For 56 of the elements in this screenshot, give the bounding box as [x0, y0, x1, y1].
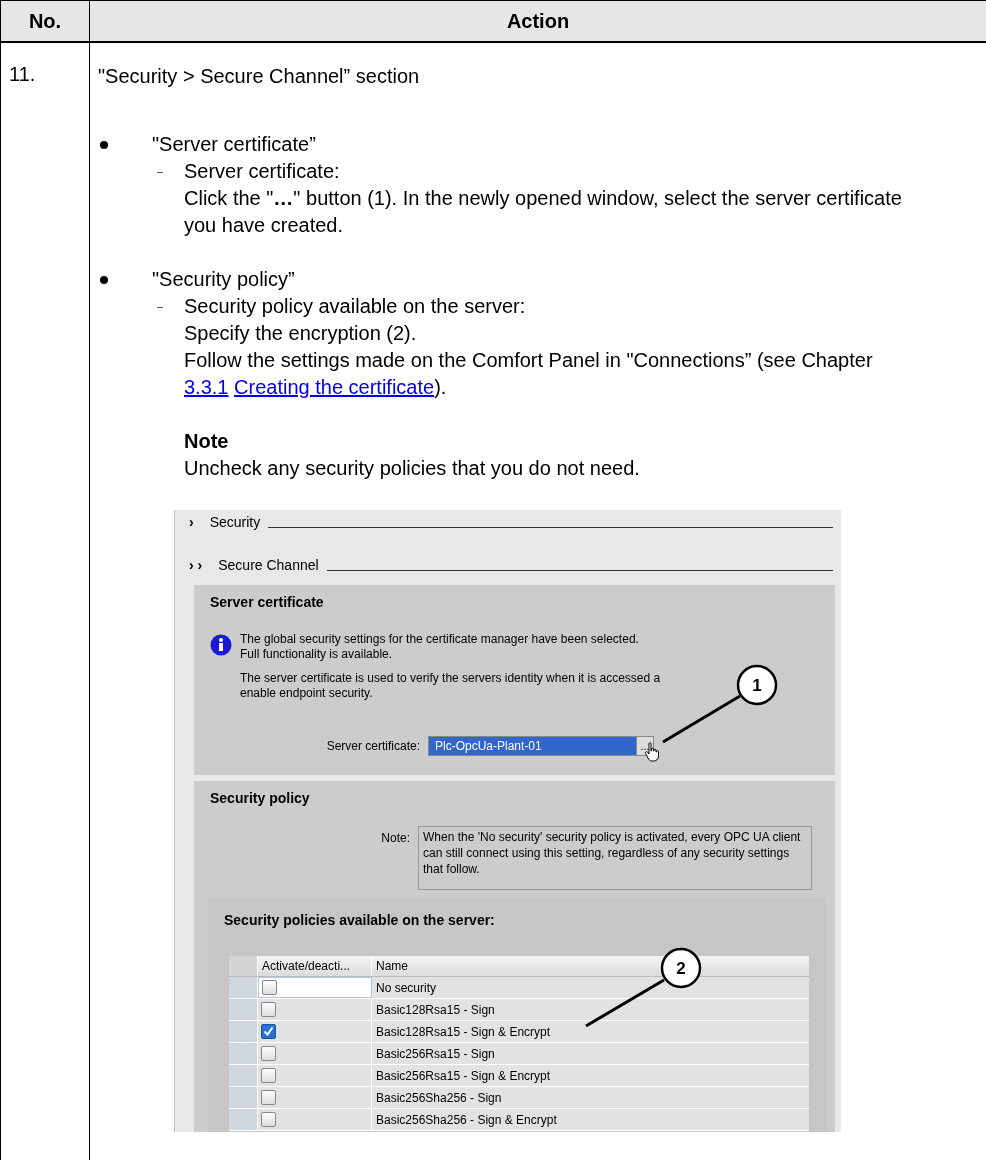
- instruction-text: Follow the settings made on the Comfort Panel in "Connections” (see Chapter 3.3.1 Creating the certificate).: [184, 348, 874, 400]
- step-heading: "Security > Secure Channel” section: [98, 64, 421, 89]
- policy-name: Basic256Sha256 - Sign: [375, 1089, 503, 1107]
- checkbox[interactable]: [261, 1046, 276, 1061]
- section-heading: Secure Channel: [218, 557, 319, 573]
- dash-icon: [157, 172, 163, 173]
- instruction-text: Specify the encryption (2).: [184, 321, 418, 346]
- callout-marker: 2: [660, 947, 702, 989]
- instruction-text: Server certificate:: [184, 159, 341, 184]
- policy-name: Basic128Rsa15 - Sign: [375, 1001, 496, 1019]
- policy-name: Basic256Rsa15 - Sign: [375, 1045, 496, 1063]
- bullet-title: "Server certificate”: [152, 132, 316, 157]
- checkbox-cell[interactable]: [258, 977, 372, 998]
- chevron-icon: › ›: [189, 557, 203, 573]
- step-number: 11.: [9, 63, 36, 85]
- note-label: Note:: [380, 830, 411, 847]
- checkbox[interactable]: [261, 1112, 276, 1127]
- checkbox[interactable]: [261, 1068, 276, 1083]
- note-text: Uncheck any security policies that you do not need.: [184, 456, 641, 481]
- panel-title: Security policies available on the server:: [223, 911, 496, 928]
- checkbox[interactable]: [261, 1090, 276, 1105]
- checkbox[interactable]: [262, 980, 277, 995]
- info-icon: [210, 634, 232, 656]
- chevron-icon: ›: [189, 514, 194, 530]
- callout-marker: 1: [736, 664, 778, 706]
- chapter-link[interactable]: 3.3.1: [184, 376, 229, 398]
- bullet-title: "Security policy”: [152, 267, 295, 292]
- bullet-icon: [100, 140, 108, 149]
- column-header: No.: [0, 1, 90, 41]
- policy-name: No security: [375, 979, 438, 997]
- row-header[interactable]: [229, 1109, 258, 1130]
- row-header: [229, 956, 258, 976]
- panel-title: Server certificate: [209, 593, 325, 610]
- row-header[interactable]: [229, 977, 258, 998]
- info-text: The global security settings for the certificate manager have been selected. Full functionality is available.: [240, 632, 640, 662]
- instruction-text: Click the "…" button (1). In the newly opened window, select the server certificate you have created.: [184, 186, 903, 238]
- section-heading: Security: [209, 514, 261, 530]
- bullet-icon: [100, 275, 108, 284]
- column-header: Name: [376, 958, 408, 974]
- dash-icon: [157, 307, 163, 308]
- column-header: Action: [505, 8, 571, 34]
- policy-name: Basic256Rsa15 - Sign & Encrypt: [375, 1067, 552, 1085]
- row-header[interactable]: [229, 1087, 258, 1108]
- checkbox[interactable]: [261, 1002, 276, 1017]
- checkbox[interactable]: [261, 1024, 276, 1039]
- policy-name: Basic128Rsa15 - Sign & Encrypt: [375, 1023, 552, 1041]
- instruction-text: Security policy available on the server:: [184, 294, 527, 319]
- panel-title: Security policy: [209, 789, 311, 806]
- row-header[interactable]: [229, 1065, 258, 1086]
- note-box: When the 'No security' security policy is activated, every OPC UA client can still connect using this setting, regardless of any security settings that follow.: [418, 826, 812, 890]
- field-label: Server certificate:: [325, 738, 421, 754]
- info-text: The server certificate is used to verify the servers identity when it is accessed a enable endpoint security.: [240, 671, 661, 701]
- hand-cursor-icon: [644, 742, 660, 762]
- policy-name: Basic256Sha256 - Sign & Encrypt: [375, 1111, 558, 1129]
- column-header: Activate/deacti...: [258, 956, 372, 976]
- note-title: Note: [184, 429, 230, 454]
